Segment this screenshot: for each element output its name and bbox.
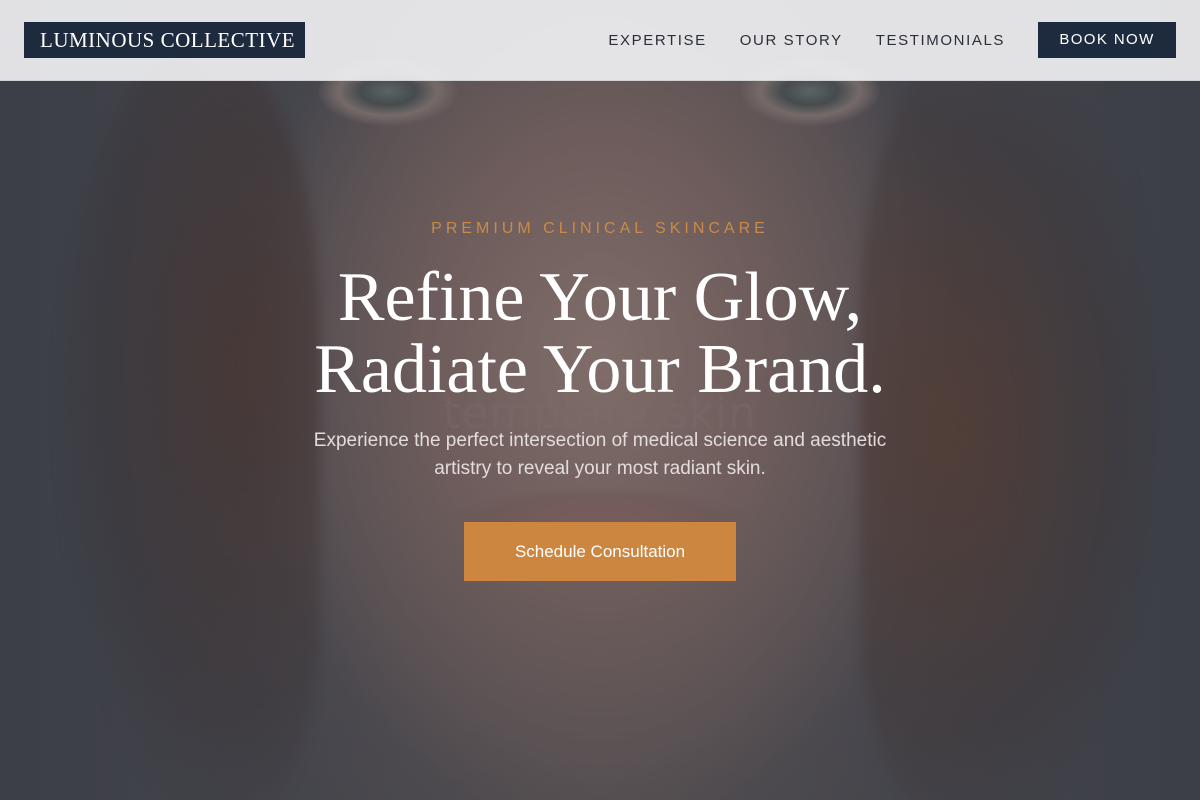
hero-headline-line-1: Refine Your Glow,	[337, 259, 863, 336]
main-nav: EXPERTISE OUR STORY TESTIMONIALS BOOK NO…	[608, 22, 1176, 58]
landing-page: template.skin LUMINOUS COLLECTIVE EXPERT…	[0, 0, 1200, 800]
nav-link-testimonials[interactable]: TESTIMONIALS	[876, 32, 1005, 49]
schedule-consultation-button[interactable]: Schedule Consultation	[464, 522, 736, 581]
hero-headline-line-2: Radiate Your Brand.	[314, 331, 886, 408]
hero-headline: Refine Your Glow, Radiate Your Brand.	[0, 262, 1200, 406]
hero-subtext: Experience the perfect intersection of m…	[250, 427, 950, 483]
hero-subtext-line-1: Experience the perfect intersection of m…	[313, 430, 887, 451]
hero-subtext-line-2: artistry to reveal your most radiant ski…	[434, 458, 766, 479]
nav-link-our-story[interactable]: OUR STORY	[740, 32, 843, 49]
brand-logo[interactable]: LUMINOUS COLLECTIVE	[24, 22, 305, 58]
book-now-button[interactable]: BOOK NOW	[1038, 22, 1176, 58]
hero-eyebrow: PREMIUM CLINICAL SKINCARE	[431, 220, 769, 237]
site-header: LUMINOUS COLLECTIVE EXPERTISE OUR STORY …	[0, 0, 1200, 81]
nav-link-expertise[interactable]: EXPERTISE	[608, 32, 706, 49]
